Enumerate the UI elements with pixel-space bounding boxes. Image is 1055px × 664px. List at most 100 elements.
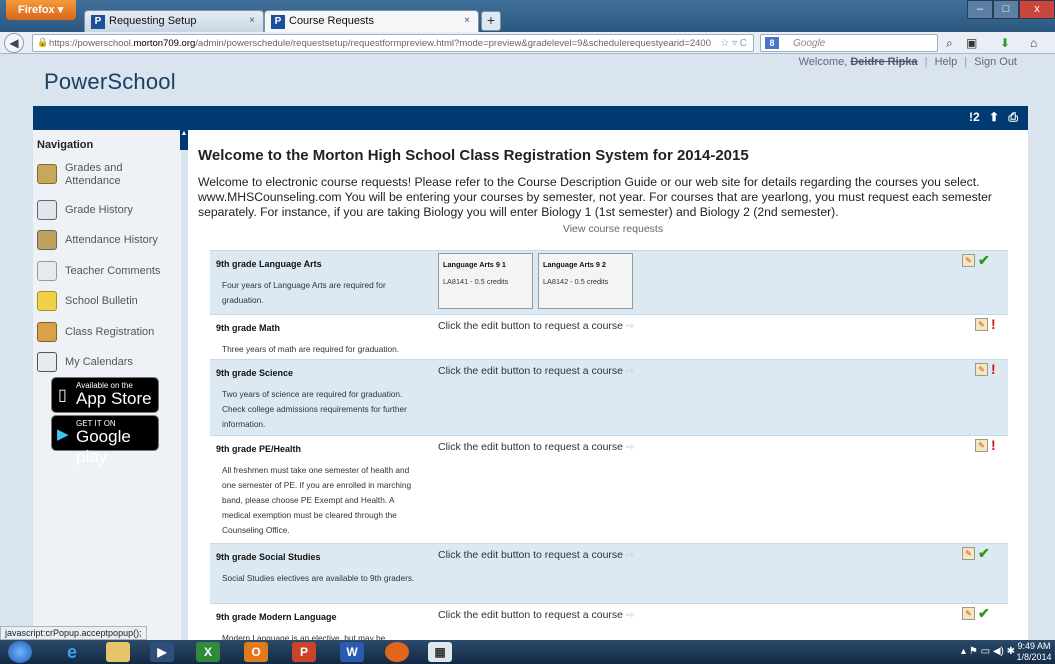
edit-prompt: Click the edit button to request a cours… <box>438 441 635 453</box>
bookmark-star-icon[interactable]: ☆ ▿ C <box>720 38 747 49</box>
arrow-right-icon: ⇨ <box>625 366 635 377</box>
arrow-right-icon: ⇨ <box>625 321 635 332</box>
google-play-badge[interactable]: ▶ GET IT ON Google play <box>51 415 159 466</box>
check-icon: ✔ <box>978 545 990 561</box>
edit-prompt: Click the edit button to request a cours… <box>438 609 635 621</box>
check-icon: ✔ <box>978 252 990 268</box>
navigation-heading: Navigation <box>37 139 94 151</box>
sidebar-item-school-bulletin[interactable]: School Bulletin <box>37 291 177 315</box>
tab-label: Course Requests <box>289 15 374 27</box>
sidebar-item-class-registration[interactable]: Class Registration <box>37 322 177 346</box>
tab-close-icon[interactable]: × <box>464 15 470 26</box>
firefox-menu-button[interactable]: Firefox ▾ <box>6 0 76 20</box>
top-user-nav: Welcome, Deidre Ripka | Help | Sign Out <box>799 56 1017 68</box>
request-description: Three years of math are required for gra… <box>222 344 400 354</box>
table-row: 9th grade Modern Language Modern Languag… <box>210 603 1008 640</box>
exclamation-icon: ! <box>991 361 996 377</box>
close-window-button[interactable]: x <box>1019 0 1055 19</box>
search-icon[interactable]: ⌕ <box>946 36 953 51</box>
main-content: Welcome to the Morton High School Class … <box>188 130 1028 640</box>
system-tray[interactable]: ▴ ⚑ ▭ ◀) ✱ <box>961 646 1015 657</box>
app-store-badge[interactable]: ▯ Available on the App Store <box>51 377 159 413</box>
arrow-right-icon: ⇨ <box>625 442 635 453</box>
apple-icon: ▯ <box>58 387 67 404</box>
word-icon[interactable]: W <box>340 642 364 662</box>
lock-icon: 🔒 <box>37 37 49 47</box>
minimize-button[interactable]: – <box>967 0 993 19</box>
edit-icon[interactable]: ✎ <box>962 254 975 267</box>
url-path: /admin/powerschedule/requestsetup/reques… <box>195 38 711 49</box>
sidebar-item-attendance-history[interactable]: Attendance History <box>37 230 177 254</box>
separator: | <box>964 56 968 68</box>
back-button[interactable]: ◀ <box>4 33 24 53</box>
download-icon[interactable]: ⬇ <box>1000 36 1010 50</box>
table-row: 9th grade Language Arts Four years of La… <box>210 250 1008 314</box>
upload-icon[interactable]: ⬆ <box>989 110 999 124</box>
calendar-icon <box>37 352 57 372</box>
course-card[interactable]: Language Arts 9 2 LA8142 - 0.5 credits <box>538 253 633 309</box>
start-button[interactable] <box>8 641 32 663</box>
help-link[interactable]: Help <box>935 56 958 68</box>
sign-out-link[interactable]: Sign Out <box>974 56 1017 68</box>
sidebar-item-label: Grade History <box>65 204 133 216</box>
sidebar-item-my-calendars[interactable]: My Calendars <box>37 352 177 376</box>
request-title: 9th grade PE/Health <box>216 444 302 454</box>
course-credits: LA8141 - 0.5 credits <box>443 277 509 286</box>
tab-close-icon[interactable]: × <box>249 15 255 26</box>
edit-icon[interactable]: ✎ <box>975 439 988 452</box>
google-play-big: Google play <box>76 427 131 466</box>
edit-icon[interactable]: ✎ <box>975 318 988 331</box>
search-placeholder: Google <box>793 38 826 49</box>
media-player-icon[interactable]: ▶ <box>150 642 174 662</box>
clock[interactable]: 9:49 AM 1/8/2014 <box>1015 641 1053 663</box>
sidebar-item-teacher-comments[interactable]: Teacher Comments <box>37 261 177 285</box>
powerpoint-icon[interactable]: P <box>292 642 316 662</box>
course-card[interactable]: Language Arts 9 1 LA8141 - 0.5 credits <box>438 253 533 309</box>
view-course-requests-link[interactable]: View course requests <box>188 223 1038 235</box>
back-arrow-icon: ◀ <box>9 36 19 50</box>
edit-icon[interactable]: ✎ <box>962 607 975 620</box>
page-viewport: PowerSchool Welcome, Deidre Ripka | Help… <box>0 55 1055 640</box>
welcome-label: Welcome, <box>798 56 848 68</box>
tab-requesting-setup[interactable]: P Requesting Setup × <box>84 10 264 32</box>
powerschool-favicon-icon: P <box>91 15 105 29</box>
maximize-button[interactable]: □ <box>993 0 1019 19</box>
outlook-icon[interactable]: O <box>244 642 268 662</box>
registration-icon <box>37 322 57 342</box>
sidebar-item-grades-attendance[interactable]: Grades and Attendance <box>37 162 177 196</box>
sidebar-item-grade-history[interactable]: Grade History <box>37 200 177 224</box>
new-tab-button[interactable]: + <box>481 11 501 31</box>
file-explorer-icon[interactable] <box>106 642 130 662</box>
arrow-right-icon: ⇨ <box>625 610 635 621</box>
url-host: morton709.org <box>133 38 196 49</box>
calculator-icon[interactable]: ▦ <box>428 642 452 662</box>
internet-explorer-icon[interactable]: e <box>60 642 84 662</box>
comment-icon <box>37 261 57 281</box>
notifications-badge[interactable]: !2 <box>969 110 980 124</box>
url-bar[interactable]: 🔒 https://powerschool.morton709.org/admi… <box>32 34 754 52</box>
course-credits: LA8142 - 0.5 credits <box>543 277 609 286</box>
edit-icon[interactable]: ✎ <box>975 363 988 376</box>
browser-status-bar: javascript:crPopup.acceptpopup(); <box>0 626 147 640</box>
table-row: 9th grade Math Three years of math are r… <box>210 314 1008 359</box>
bookmarks-menu-icon[interactable]: ▣ <box>966 36 977 50</box>
url-prefix: https://powerschool. <box>49 38 134 49</box>
print-icon[interactable]: ⎙ <box>1008 110 1018 124</box>
excel-icon[interactable]: X <box>196 642 220 662</box>
home-icon[interactable]: ⌂ <box>1030 36 1037 50</box>
request-description: All freshmen must take one semester of h… <box>222 465 412 535</box>
sidebar-item-label: Teacher Comments <box>65 265 161 277</box>
play-icon: ▶ <box>57 426 69 443</box>
collapse-sidebar-button[interactable]: ▲ <box>180 130 188 150</box>
edit-icon[interactable]: ✎ <box>962 547 975 560</box>
table-row: 9th grade Science Two years of science a… <box>210 359 1008 435</box>
search-bar[interactable]: 8 Google <box>760 34 938 52</box>
gradebook-icon <box>37 164 57 184</box>
request-title: 9th grade Math <box>216 323 281 333</box>
table-row: 9th grade Social Studies Social Studies … <box>210 543 1008 603</box>
tab-course-requests[interactable]: P Course Requests × <box>264 10 479 32</box>
grade-history-icon <box>37 200 57 220</box>
firefox-taskbar-icon[interactable] <box>385 642 409 662</box>
check-icon: ✔ <box>978 605 990 621</box>
powerschool-logo[interactable]: PowerSchool <box>44 69 176 95</box>
